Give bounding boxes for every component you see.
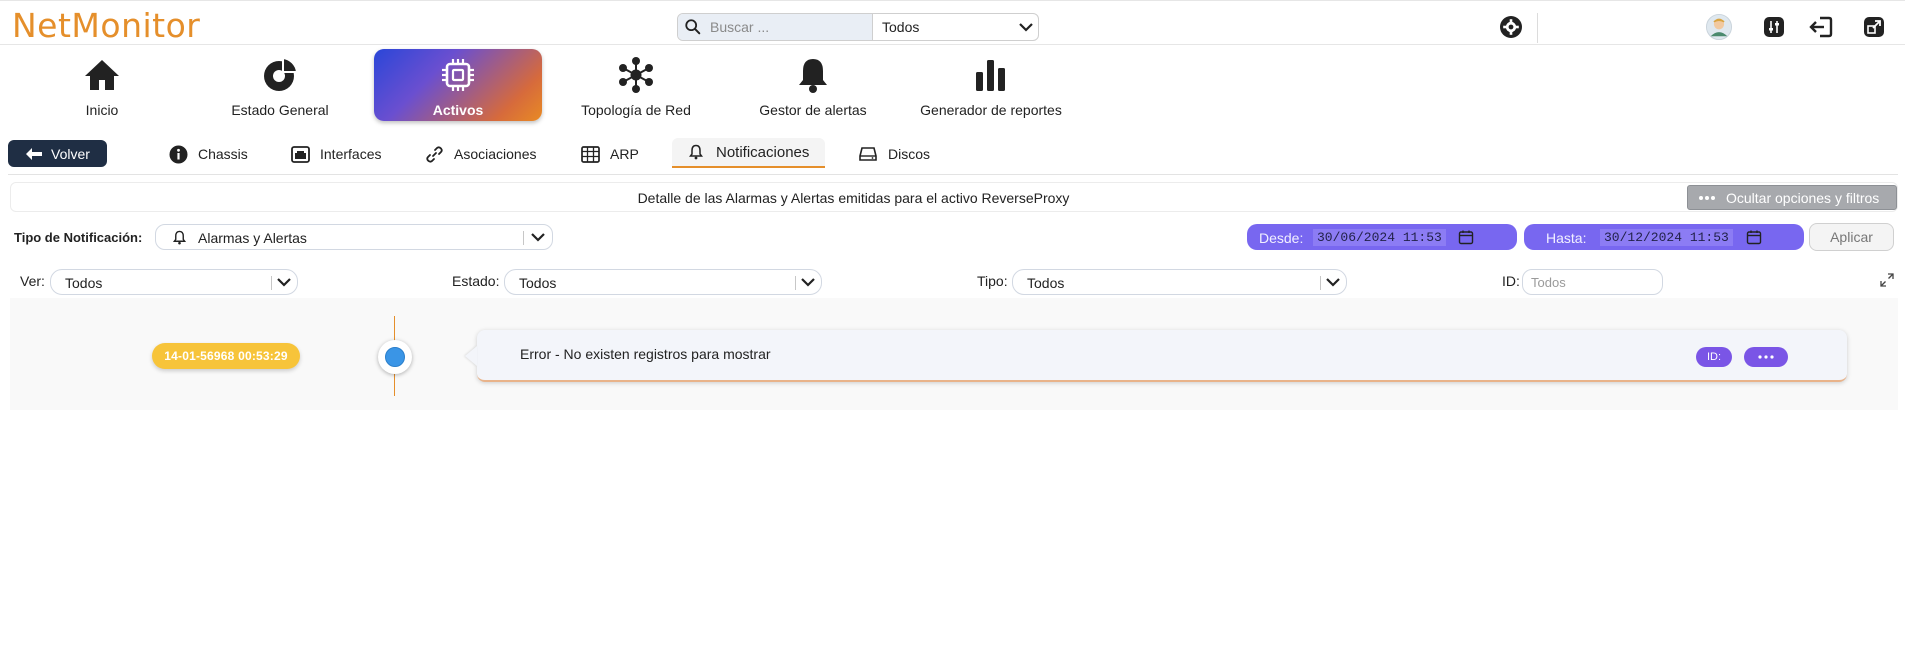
arrow-left-icon	[26, 147, 43, 160]
select-separator	[1320, 276, 1321, 290]
tab-discos[interactable]: Discos	[858, 142, 930, 166]
link-icon	[424, 144, 444, 164]
home-icon	[83, 56, 121, 94]
chevron-down-icon[interactable]	[800, 275, 816, 289]
timestamp-badge: 14-01-56968 00:53:29	[152, 343, 300, 369]
id-filter-input[interactable]	[1522, 269, 1663, 295]
nav-generador-reportes[interactable]: Generador de reportes	[916, 49, 1066, 121]
tab-label: Notificaciones	[716, 143, 810, 161]
app-logo[interactable]: NetMonitor	[12, 9, 200, 43]
chevron-down-icon[interactable]	[530, 230, 546, 244]
tab-label: Discos	[888, 146, 931, 162]
nav-gestor-alertas[interactable]: Gestor de alertas	[752, 49, 874, 121]
calendar-icon[interactable]	[1746, 229, 1762, 245]
back-button-label: Volver	[51, 145, 90, 162]
top-bar: NetMonitor Todos	[0, 0, 1905, 45]
status-label: Estado:	[452, 273, 500, 289]
top-divider	[1537, 13, 1538, 43]
view-label: Ver:	[20, 273, 45, 289]
subnav-divider	[8, 174, 1898, 175]
nav-label: Gestor de alertas	[759, 102, 867, 118]
tab-label: Asociaciones	[454, 146, 537, 162]
nav-label: Generador de reportes	[920, 102, 1062, 118]
view-select[interactable]: Todos	[50, 269, 298, 295]
table-icon	[580, 144, 600, 164]
card-pointer	[465, 346, 477, 366]
timeline-dot	[385, 347, 405, 367]
date-to-field[interactable]: Hasta: 30/12/2024 11:53	[1524, 224, 1804, 250]
date-to-label: Hasta:	[1546, 230, 1587, 246]
select-separator	[271, 276, 272, 290]
search-box: Todos	[677, 13, 1039, 41]
bar-chart-icon	[972, 56, 1010, 94]
status-select[interactable]: Todos	[504, 269, 822, 295]
search-icon[interactable]	[684, 18, 702, 36]
status-select-value: Todos	[519, 275, 557, 291]
id-badge[interactable]: ID:	[1696, 347, 1732, 367]
date-from-label: Desde:	[1259, 230, 1304, 246]
network-topology-icon	[617, 56, 655, 94]
notification-type-label: Tipo de Notificación:	[14, 230, 143, 245]
nav-estado-general[interactable]: Estado General	[220, 49, 340, 121]
search-input[interactable]	[710, 17, 866, 37]
nav-label: Estado General	[231, 102, 329, 118]
settings-gear-icon[interactable]	[1498, 14, 1524, 40]
sliders-icon[interactable]	[1761, 14, 1787, 40]
nav-topologia[interactable]: Topología de Red	[570, 49, 702, 121]
tab-label: Chassis	[198, 146, 248, 162]
user-avatar[interactable]	[1706, 14, 1732, 40]
back-button[interactable]: Volver	[8, 140, 107, 167]
notification-type-value: Alarmas y Alertas	[198, 230, 307, 246]
ellipsis-icon	[1758, 355, 1774, 359]
apply-button[interactable]: Aplicar	[1809, 223, 1894, 251]
tab-interfaces[interactable]: Interfaces	[290, 142, 381, 166]
date-from-field[interactable]: Desde: 30/06/2024 11:53	[1247, 224, 1517, 250]
info-icon	[168, 144, 188, 164]
id-label: ID:	[1502, 273, 1520, 289]
nav-label: Activos	[432, 102, 484, 118]
bell-icon	[794, 56, 832, 94]
notification-message: Error - No existen registros para mostra…	[520, 346, 771, 362]
ethernet-port-icon	[290, 144, 310, 164]
tab-notificaciones[interactable]: Notificaciones	[672, 138, 826, 168]
notification-type-select[interactable]: Alarmas y Alertas	[155, 224, 553, 250]
ellipsis-icon	[1699, 195, 1715, 200]
nav-label: Inicio	[85, 102, 119, 118]
date-from-value[interactable]: 30/06/2024 11:53	[1313, 229, 1446, 246]
detail-header: Detalle de las Alarmas y Alertas emitida…	[10, 182, 1898, 212]
nav-inicio[interactable]: Inicio	[52, 49, 152, 121]
calendar-icon[interactable]	[1458, 229, 1474, 245]
view-select-value: Todos	[65, 275, 103, 291]
date-to-value[interactable]: 30/12/2024 11:53	[1600, 229, 1733, 246]
select-separator	[523, 231, 524, 245]
toggle-filters-label: Ocultar opciones y filtros	[1726, 189, 1880, 206]
toggle-filters-button[interactable]: Ocultar opciones y filtros	[1687, 185, 1897, 210]
tab-label: ARP	[610, 146, 639, 162]
tab-arp[interactable]: ARP	[580, 142, 639, 166]
detail-title: Detalle de las Alarmas y Alertas emitida…	[637, 190, 1070, 206]
tab-label: Interfaces	[320, 146, 382, 162]
pie-chart-icon	[261, 56, 299, 94]
chevron-down-icon[interactable]	[276, 275, 292, 289]
type-select[interactable]: Todos	[1012, 269, 1347, 295]
search-divider	[872, 14, 873, 40]
popout-window-icon[interactable]	[1861, 14, 1887, 40]
cpu-chip-icon	[439, 56, 477, 94]
expand-icon[interactable]	[1880, 273, 1894, 287]
type-label: Tipo:	[977, 273, 1008, 289]
nav-label: Topología de Red	[581, 102, 691, 118]
nav-activos[interactable]: Activos	[374, 49, 542, 121]
select-separator	[795, 276, 796, 290]
search-scope-select[interactable]: Todos	[882, 19, 919, 35]
tab-chassis[interactable]: Chassis	[168, 142, 248, 166]
bell-icon	[172, 230, 187, 245]
type-select-value: Todos	[1027, 275, 1065, 291]
logout-icon[interactable]	[1808, 14, 1834, 40]
tab-asociaciones[interactable]: Asociaciones	[424, 142, 537, 166]
bell-icon	[686, 142, 706, 162]
chevron-down-icon[interactable]	[1325, 275, 1341, 289]
more-options-button[interactable]	[1744, 347, 1788, 367]
chevron-down-icon[interactable]	[1018, 20, 1034, 34]
hard-disk-icon	[858, 144, 878, 164]
